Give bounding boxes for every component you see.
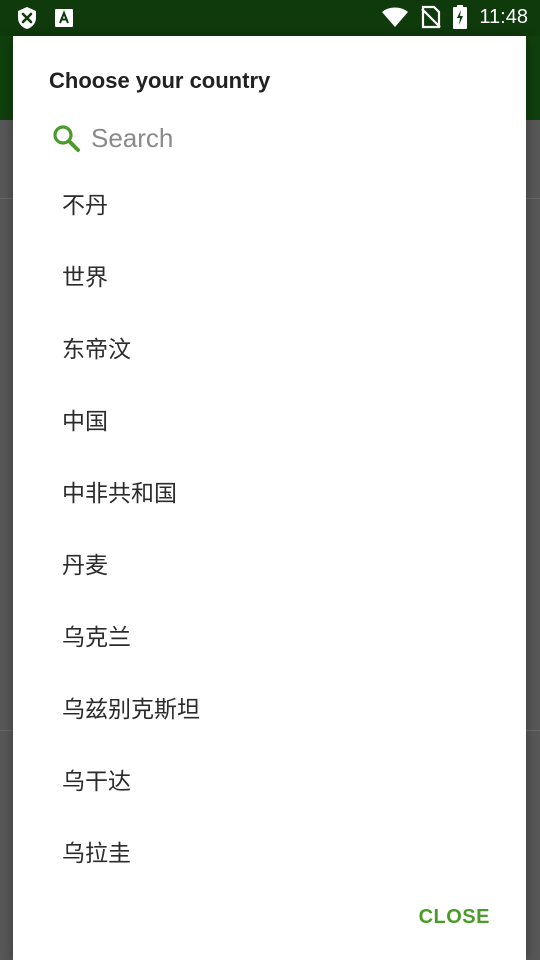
- search-row: [49, 118, 489, 158]
- status-left-icons: [16, 6, 74, 30]
- country-item[interactable]: 东帝汶: [13, 311, 526, 383]
- status-bar: 11:48: [0, 0, 540, 36]
- country-item[interactable]: 中国: [13, 383, 526, 455]
- country-item[interactable]: 乌干达: [13, 743, 526, 815]
- status-time: 11:48: [479, 5, 528, 28]
- country-item[interactable]: 乌克兰: [13, 599, 526, 671]
- country-item[interactable]: 中非共和国: [13, 455, 526, 527]
- search-icon: [49, 121, 83, 155]
- country-item[interactable]: 世界: [13, 239, 526, 311]
- country-item[interactable]: 乌兹别克斯坦: [13, 671, 526, 743]
- status-right-icons: 11:48: [381, 5, 528, 29]
- country-list: 不丹 世界 东帝汶 中国 中非共和国 丹麦 乌克兰 乌兹别克斯坦 乌干达 乌拉圭: [13, 167, 526, 887]
- notification-close-icon: [16, 6, 38, 30]
- dialog-title: Choose your country: [49, 68, 271, 93]
- no-sim-icon: [421, 5, 442, 29]
- a-letter-icon: [54, 8, 74, 28]
- country-item[interactable]: 丹麦: [13, 527, 526, 599]
- search-input[interactable]: [91, 122, 451, 154]
- country-item[interactable]: 不丹: [13, 167, 526, 239]
- country-item[interactable]: 乌拉圭: [13, 815, 526, 887]
- country-picker-dialog: Choose your country 不丹 世界 东帝汶 中国 中非共和国 丹…: [13, 36, 526, 960]
- wifi-icon: [381, 6, 409, 28]
- close-button[interactable]: CLOSE: [419, 906, 490, 929]
- battery-charging-icon: [453, 5, 468, 29]
